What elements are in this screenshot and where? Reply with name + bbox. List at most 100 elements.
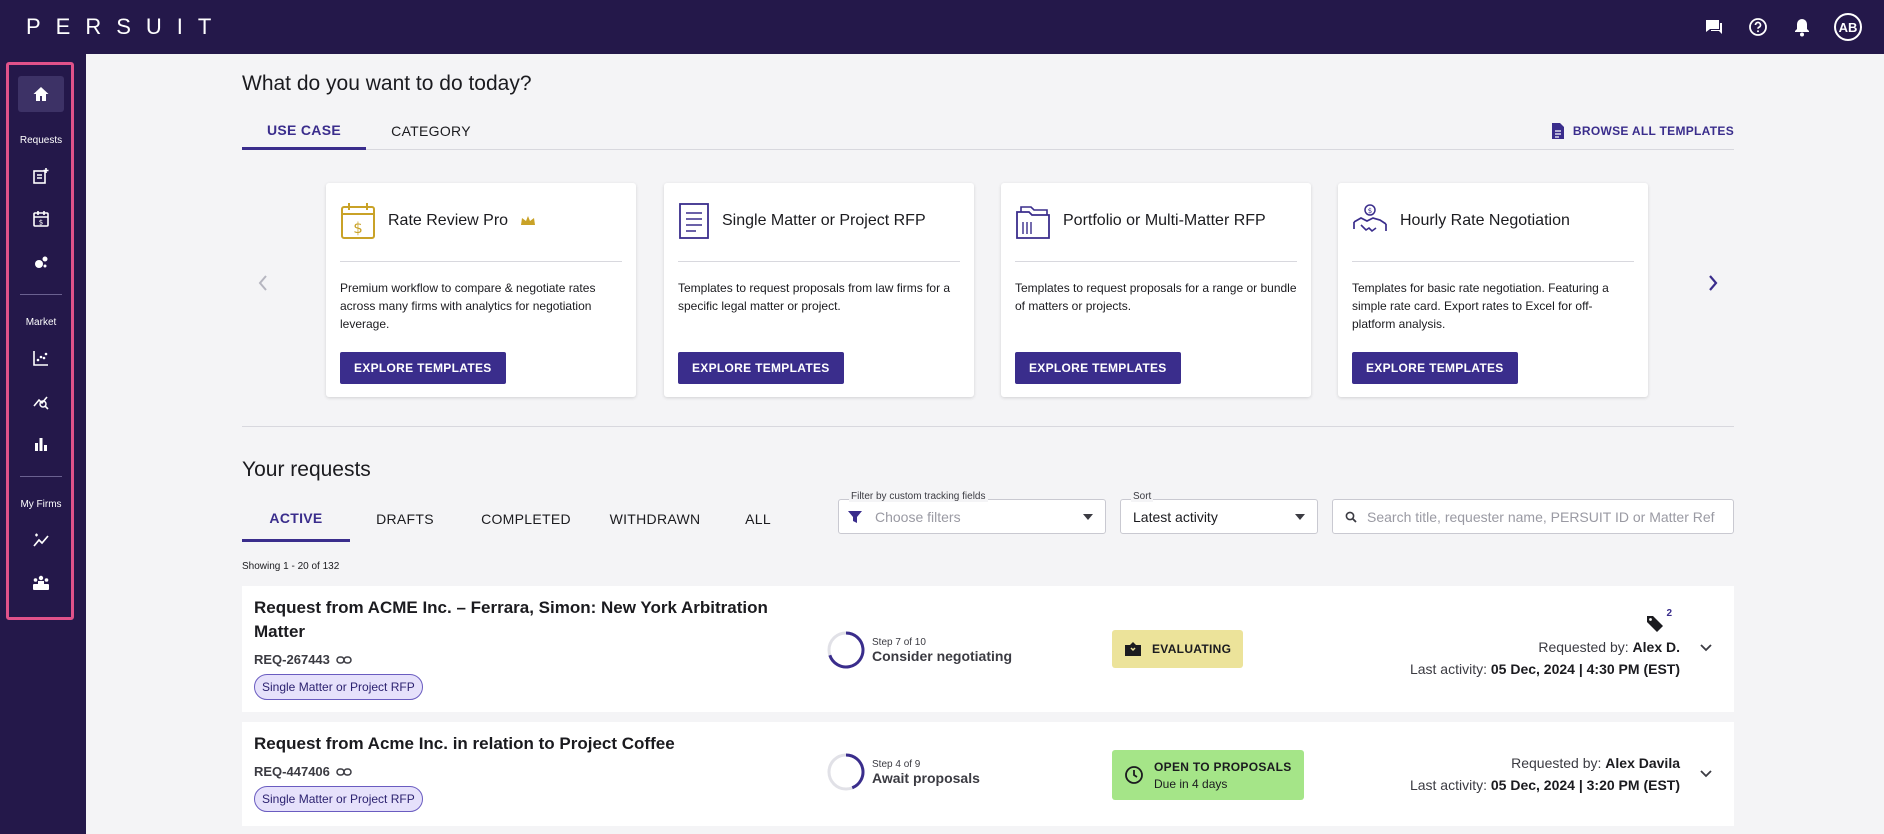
- last-activity-value: 05 Dec, 2024 | 4:30 PM (EST): [1490, 661, 1680, 677]
- rail-label-requests: Requests: [19, 135, 63, 146]
- group-icon: [33, 575, 49, 590]
- card-description: Templates to request proposals from law …: [678, 281, 951, 313]
- request-id-text: REQ-267443: [254, 652, 330, 667]
- browse-all-templates-link[interactable]: BROWSE ALL TEMPLATES: [1551, 122, 1734, 140]
- main-content: What do you want to do today? USE CASE C…: [86, 54, 1884, 834]
- step-name: Await proposals: [872, 769, 980, 786]
- request-step: Step 4 of 9 Await proposals: [826, 752, 980, 792]
- search-placeholder: Search title, requester name, PERSUIT ID…: [1367, 509, 1715, 525]
- expand-row-button[interactable]: [1696, 764, 1716, 784]
- tag-count: 2: [1666, 608, 1672, 619]
- sort-value: Latest activity: [1133, 509, 1218, 525]
- chevron-down-icon: [1083, 514, 1093, 520]
- tag-icon: [1647, 616, 1664, 632]
- requested-by-label: Requested by:: [1538, 639, 1629, 655]
- chat-icon[interactable]: [1702, 15, 1726, 39]
- last-activity-label: Last activity:: [1409, 661, 1487, 677]
- svg-text:$: $: [353, 219, 363, 237]
- chevron-down-icon: [1295, 514, 1305, 520]
- custom-fields-filter[interactable]: Filter by custom tracking fields Choose …: [838, 491, 1106, 534]
- filter-icon: [848, 511, 862, 523]
- document-icon: [679, 203, 709, 239]
- sort-select[interactable]: Sort Latest activity: [1120, 491, 1318, 534]
- chart-search-icon: [33, 396, 49, 410]
- market-bar-chart-nav-button[interactable]: [18, 426, 64, 462]
- market-search-nav-button[interactable]: [18, 383, 64, 419]
- template-card-portfolio: Portfolio or Multi-Matter RFP Templates …: [1001, 183, 1311, 397]
- step-name: Consider negotiating: [872, 647, 1012, 664]
- request-title[interactable]: Request from Acme Inc. in relation to Pr…: [254, 732, 814, 756]
- page-title: What do you want to do today?: [242, 72, 532, 95]
- tab-drafts[interactable]: DRAFTS: [350, 496, 460, 542]
- last-activity-value: 05 Dec, 2024 | 3:20 PM (EST): [1490, 777, 1680, 793]
- my-firms-nav-button[interactable]: [18, 565, 64, 601]
- user-avatar[interactable]: AB: [1834, 13, 1862, 41]
- request-meta: Requested by: Alex D. Last activity: 05 …: [1410, 636, 1680, 680]
- request-id: REQ-267443: [254, 652, 352, 667]
- explore-templates-button[interactable]: EXPLORE TEMPLATES: [678, 352, 844, 384]
- step-progress-ring: [827, 631, 865, 669]
- card-divider: [340, 261, 622, 262]
- top-bar: PERSUIT AB: [0, 0, 1884, 54]
- tab-withdrawn[interactable]: WITHDRAWN: [592, 496, 718, 542]
- step-progress-ring: [827, 753, 865, 791]
- requested-by-label: Requested by:: [1511, 755, 1602, 771]
- status-due: Due in 4 days: [1154, 776, 1228, 791]
- filter-placeholder: Choose filters: [875, 509, 961, 525]
- explore-templates-button[interactable]: EXPLORE TEMPLATES: [1015, 352, 1181, 384]
- expand-row-button[interactable]: [1696, 638, 1716, 658]
- home-nav-button[interactable]: [18, 76, 64, 112]
- help-icon[interactable]: [1746, 15, 1770, 39]
- card-header: Portfolio or Multi-Matter RFP: [1015, 201, 1297, 241]
- tab-active[interactable]: ACTIVE: [242, 496, 350, 542]
- bar-chart-icon: [35, 438, 47, 451]
- tab-use-case[interactable]: USE CASE: [242, 112, 366, 150]
- step-progress-arc: [845, 753, 865, 790]
- carousel-next-button[interactable]: [1702, 272, 1724, 294]
- clock-icon: [1125, 766, 1143, 784]
- step-counter: Step 7 of 10: [872, 636, 926, 648]
- last-activity-label: Last activity:: [1409, 777, 1487, 793]
- explore-templates-button[interactable]: EXPLORE TEMPLATES: [1352, 352, 1518, 384]
- chevron-down-icon: [1700, 644, 1712, 652]
- firm-performance-nav-button[interactable]: [18, 522, 64, 558]
- rail-separator: [20, 476, 62, 477]
- rail-label-market: Market: [25, 317, 57, 328]
- request-id-text: REQ-447406: [254, 764, 330, 779]
- new-request-nav-button[interactable]: [18, 158, 64, 194]
- carousel-prev-button[interactable]: [252, 272, 274, 294]
- tags[interactable]: 2: [1646, 608, 1672, 632]
- trend-sparkle-icon: [33, 533, 49, 547]
- last-activity: Last activity: 05 Dec, 2024 | 4:30 PM (E…: [1410, 658, 1680, 680]
- your-requests-title: Your requests: [242, 458, 371, 481]
- folders-icon: [1016, 206, 1050, 239]
- request-id: REQ-447406: [254, 764, 352, 779]
- evaluating-icon: [1125, 642, 1141, 656]
- request-type-chip: Single Matter or Project RFP: [254, 786, 423, 812]
- bell-icon[interactable]: [1790, 15, 1814, 39]
- bubbles-icon: [35, 256, 48, 268]
- tab-completed[interactable]: COMPLETED: [460, 496, 592, 542]
- request-title[interactable]: Request from ACME Inc. – Ferrara, Simon:…: [254, 596, 814, 644]
- request-search-input[interactable]: Search title, requester name, PERSUIT ID…: [1332, 499, 1734, 534]
- workflow-nav-button[interactable]: [18, 244, 64, 280]
- request-row[interactable]: Request from Acme Inc. in relation to Pr…: [242, 722, 1734, 826]
- requested-by-name: Alex Davila: [1605, 755, 1680, 771]
- tab-all[interactable]: ALL: [718, 496, 798, 542]
- card-title: Rate Review Pro: [388, 212, 509, 229]
- rates-calendar-nav-button[interactable]: $: [18, 201, 64, 237]
- top-icons: AB: [1702, 0, 1862, 54]
- market-trends-nav-button[interactable]: [18, 340, 64, 376]
- svg-text:$: $: [39, 219, 43, 227]
- chevron-down-icon: [1700, 770, 1712, 778]
- explore-templates-button[interactable]: EXPLORE TEMPLATES: [340, 352, 506, 384]
- status-badge-open-to-proposals: OPEN TO PROPOSALS Due in 4 days: [1112, 750, 1304, 800]
- persuit-logo[interactable]: PERSUIT: [26, 14, 226, 40]
- card-divider: [1352, 261, 1634, 262]
- card-divider: [1015, 261, 1297, 262]
- request-step: Step 7 of 10 Consider negotiating: [826, 630, 1012, 670]
- sort-label: Sort: [1131, 491, 1154, 502]
- tab-category[interactable]: CATEGORY: [366, 112, 496, 150]
- request-row[interactable]: Request from ACME Inc. – Ferrara, Simon:…: [242, 586, 1734, 712]
- card-divider: [678, 261, 960, 262]
